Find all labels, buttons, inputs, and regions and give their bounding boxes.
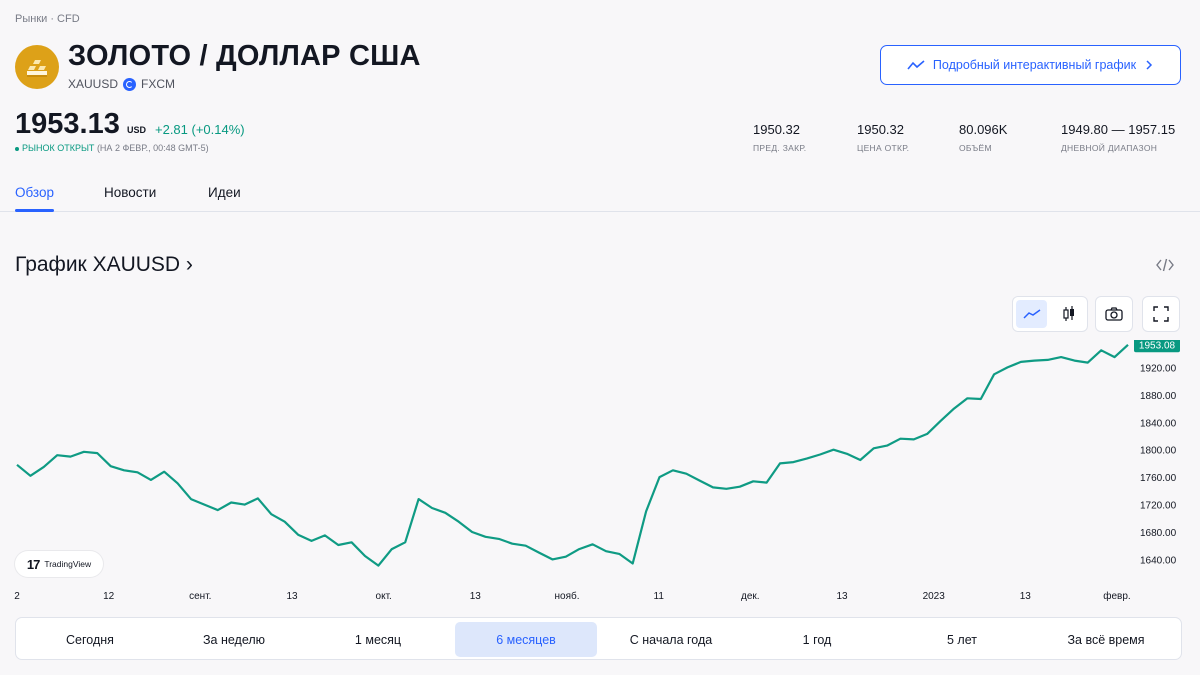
- stat-label: ОБЪЁМ: [959, 143, 992, 153]
- x-tick-label: окт.: [376, 591, 392, 602]
- x-tick-label: 12: [103, 591, 115, 602]
- ticker-label: XAUUSD: [68, 77, 119, 91]
- y-tick-label: 1880.00: [1140, 391, 1177, 402]
- fullscreen-icon: [1153, 306, 1169, 322]
- range-selector: Сегодня За неделю 1 месяц 6 месяцев С на…: [15, 617, 1182, 660]
- stat-value: 1950.32: [857, 122, 904, 137]
- last-price-tag: 1953.08: [1134, 340, 1180, 353]
- y-tick-label: 1680.00: [1140, 528, 1177, 539]
- x-tick-label: 13: [470, 591, 482, 602]
- line-chart-icon: [1022, 309, 1040, 319]
- x-tick-label: 11: [654, 591, 665, 602]
- x-tick-label: 13: [286, 591, 298, 602]
- candles-icon: [1062, 306, 1074, 321]
- price-series-line: [16, 343, 1129, 567]
- range-1-month[interactable]: 1 месяц: [308, 622, 448, 657]
- fullscreen-button[interactable]: [1146, 300, 1176, 328]
- stat-day-range: 1949.80 — 1957.15 ДНЕВНОЙ ДИАПАЗОН: [1061, 122, 1175, 153]
- y-tick-label: 1720.00: [1140, 501, 1177, 512]
- price-change: +2.81 (+0.14%): [155, 122, 245, 137]
- breadcrumb[interactable]: Рынки · CFD: [15, 13, 80, 25]
- range-ytd[interactable]: С начала года: [599, 622, 743, 657]
- market-status-time: (НА 2 ФЕВР., 00:48 GMT-5): [96, 143, 209, 153]
- y-tick-label: 1840.00: [1140, 418, 1177, 429]
- tab-bar: Обзор Новости Идеи: [0, 175, 1200, 212]
- y-axis: 1920.00 1880.00 1840.00 1800.00 1760.00 1720.…: [1140, 363, 1177, 566]
- stat-value: 80.096K: [959, 122, 1008, 137]
- chart-line-icon: [907, 60, 925, 70]
- x-tick-label: 13: [836, 591, 848, 602]
- candle-style-button[interactable]: [1053, 300, 1084, 328]
- source-icon: [123, 77, 137, 91]
- snapshot-button[interactable]: [1099, 300, 1129, 328]
- last-price-tag-text: 1953.08: [1139, 340, 1176, 351]
- gold-logo-icon: [15, 45, 59, 89]
- stat-value: 1950.32: [753, 122, 800, 137]
- symbol-subline: XAUUSD FXCM: [68, 77, 175, 91]
- chart-style-toggle: [1012, 296, 1088, 332]
- market-open-label: РЫНОК ОТКРЫТ: [22, 143, 95, 153]
- chart-section-title[interactable]: График XAUUSD ›: [15, 253, 193, 277]
- last-price: 1953.13: [15, 108, 120, 140]
- stat-label: ЦЕНА ОТКР.: [857, 143, 910, 153]
- line-style-button[interactable]: [1016, 300, 1047, 328]
- stat-value: 1949.80 — 1957.15: [1061, 122, 1176, 137]
- range-all-time[interactable]: За всё время: [1036, 622, 1176, 657]
- y-tick-label: 1760.00: [1140, 473, 1177, 484]
- range-6-months[interactable]: 6 месяцев: [455, 622, 597, 657]
- x-tick-label: дек.: [741, 591, 760, 602]
- range-week[interactable]: За неделю: [164, 622, 304, 657]
- snapshot-group: [1095, 296, 1133, 332]
- chevron-right-icon: [1146, 60, 1153, 70]
- tradingview-badge-label: TradingView: [44, 559, 92, 569]
- interactive-chart-button[interactable]: Подробный интерактивный график: [880, 45, 1181, 85]
- active-tab-indicator: [15, 209, 54, 212]
- y-tick-label: 1800.00: [1140, 446, 1177, 457]
- price-currency: USD: [127, 125, 147, 135]
- x-tick-label: 2: [14, 591, 20, 602]
- tab-ideas[interactable]: Идеи: [208, 185, 241, 200]
- x-tick-label: нояб.: [554, 590, 579, 602]
- camera-icon: [1105, 307, 1123, 321]
- fullscreen-group: [1142, 296, 1180, 332]
- stat-label: ПРЕД. ЗАКР.: [753, 143, 807, 153]
- status-dot-icon: [15, 146, 19, 151]
- x-tick-label: 13: [1020, 591, 1032, 602]
- price-chart[interactable]: 1920.00 1880.00 1840.00 1800.00 1760.00 1720.…: [0, 340, 1200, 610]
- y-tick-label: 1640.00: [1140, 555, 1177, 566]
- range-5-years[interactable]: 5 лет: [892, 622, 1032, 657]
- x-tick-label: февр.: [1103, 590, 1130, 602]
- range-1-year[interactable]: 1 год: [747, 622, 887, 657]
- source-label[interactable]: FXCM: [141, 77, 175, 91]
- stat-volume: 80.096K ОБЪЁМ: [959, 122, 1007, 153]
- embed-code-icon[interactable]: [1155, 256, 1175, 274]
- tradingview-logo-icon: 17: [26, 556, 41, 572]
- stat-prev-close: 1950.32 ПРЕД. ЗАКР.: [753, 122, 806, 153]
- x-tick-label: сент.: [189, 591, 211, 602]
- stat-label: ДНЕВНОЙ ДИАПАЗОН: [1061, 143, 1158, 153]
- page-title: ЗОЛОТО / ДОЛЛАР США: [68, 40, 421, 72]
- tab-news[interactable]: Новости: [104, 185, 156, 200]
- tab-overview[interactable]: Обзор: [15, 185, 54, 200]
- stat-open-price: 1950.32 ЦЕНА ОТКР.: [857, 122, 909, 153]
- range-today[interactable]: Сегодня: [20, 622, 160, 657]
- x-tick-label: 2023: [923, 591, 946, 602]
- y-tick-label: 1920.00: [1140, 363, 1177, 374]
- x-axis: 2 12 сент. 13 окт. 13 нояб. 11 дек. 13 2023 13 февр.: [14, 590, 1131, 602]
- interactive-chart-button-label: Подробный интерактивный график: [932, 58, 1137, 72]
- tradingview-badge[interactable]: 17 TradingView: [15, 551, 103, 577]
- market-status: РЫНОК ОТКРЫТ (НА 2 ФЕВР., 00:48 GMT-5): [15, 143, 209, 153]
